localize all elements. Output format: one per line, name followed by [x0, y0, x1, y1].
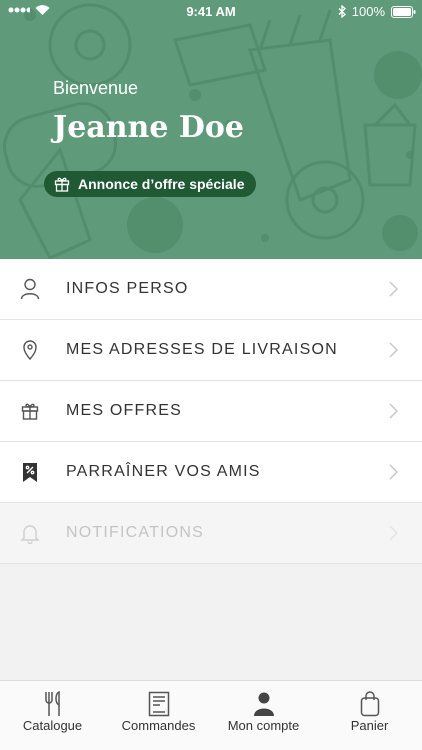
- tab-label: Panier: [350, 718, 389, 733]
- tab-bar: Catalogue Commandes Mon compte Panier: [0, 680, 422, 750]
- tab-catalogue[interactable]: Catalogue: [0, 681, 105, 750]
- menu-item-label: PARRAÎNER VOS AMIS: [66, 463, 261, 480]
- user-name: Jeanne Doe: [53, 110, 244, 145]
- person-icon: [20, 278, 40, 300]
- account-menu: INFOS PERSO MES ADRESSES DE LIVRAISON ME…: [0, 259, 422, 564]
- battery-icon: [391, 5, 416, 18]
- profile-header: 9:41 AM 100% Bienvenue Jeanne Doe Annonc…: [0, 0, 422, 259]
- chevron-right-icon: [389, 525, 398, 541]
- tab-label: Mon compte: [227, 718, 300, 733]
- receipt-icon: [148, 691, 169, 717]
- bluetooth-icon: [338, 5, 346, 18]
- menu-item-label: MES ADRESSES DE LIVRAISON: [66, 341, 338, 358]
- tab-mon-compte[interactable]: Mon compte: [211, 681, 316, 750]
- tab-commandes[interactable]: Commandes: [106, 681, 211, 750]
- menu-item-mes-offres[interactable]: MES OFFRES: [0, 381, 422, 442]
- menu-item-infos-perso[interactable]: INFOS PERSO: [0, 259, 422, 320]
- status-bar: 9:41 AM 100%: [0, 0, 422, 24]
- person-filled-icon: [253, 692, 274, 716]
- tab-panier[interactable]: Panier: [317, 681, 422, 750]
- bell-icon: [20, 525, 40, 544]
- tab-label: Catalogue: [22, 718, 83, 733]
- battery-percent: 100%: [351, 4, 385, 19]
- menu-item-parrainer-amis[interactable]: PARRAÎNER VOS AMIS: [0, 442, 422, 503]
- shopping-bag-icon: [360, 691, 379, 717]
- welcome-text: Bienvenue: [53, 78, 139, 98]
- chevron-right-icon: [389, 403, 398, 419]
- menu-item-notifications[interactable]: NOTIFICATIONS: [0, 503, 422, 564]
- special-offer-button[interactable]: Annonce d’offre spéciale: [44, 171, 257, 197]
- chevron-right-icon: [389, 342, 398, 358]
- tab-label: Commandes: [121, 718, 196, 733]
- menu-item-label: NOTIFICATIONS: [66, 524, 204, 541]
- special-offer-label: Annonce d’offre spéciale: [78, 176, 245, 192]
- referral-tag-icon: [23, 463, 37, 482]
- menu-item-label: MES OFFRES: [66, 402, 183, 419]
- fork-knife-icon: [44, 691, 60, 716]
- menu-item-adresses-livraison[interactable]: MES ADRESSES DE LIVRAISON: [0, 320, 422, 381]
- menu-item-label: INFOS PERSO: [66, 280, 189, 297]
- chevron-right-icon: [389, 464, 398, 480]
- chevron-right-icon: [389, 281, 398, 297]
- location-pin-icon: [23, 340, 37, 361]
- gift-icon: [54, 177, 70, 192]
- gift-icon: [21, 403, 39, 420]
